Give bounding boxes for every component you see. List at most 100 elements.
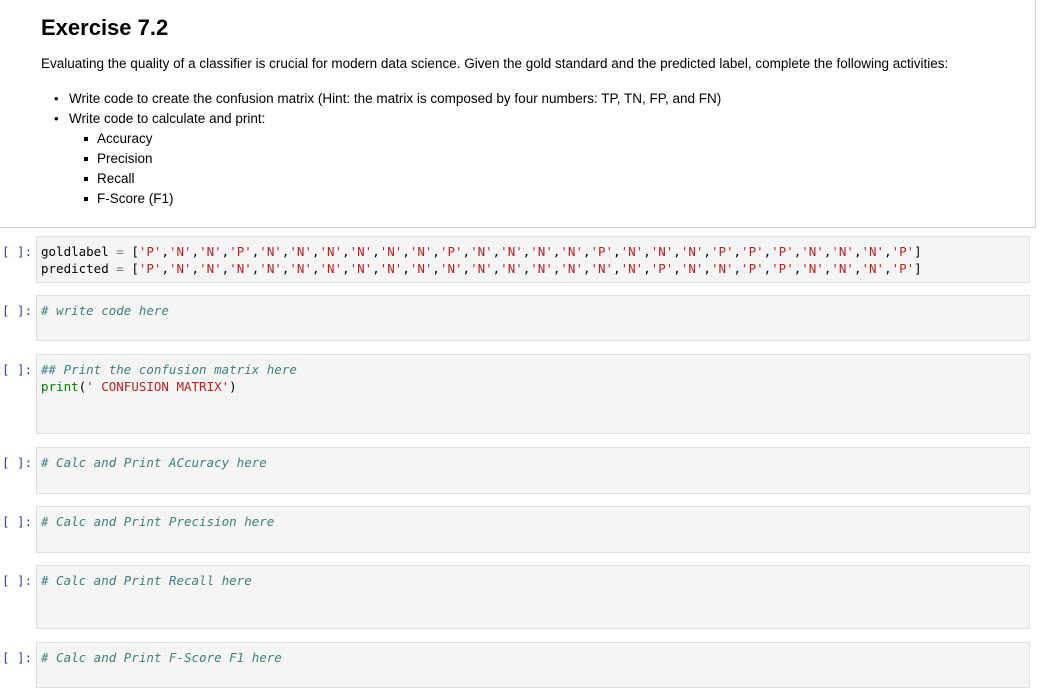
list-close-bracket: ]: [914, 244, 922, 259]
goldlabel-item: 'N': [620, 244, 644, 259]
predicted-item: 'N': [349, 261, 373, 276]
metric-item-fscore: F-Score (F1): [69, 189, 721, 209]
predicted-list: ['P','N','N','N','N','N','N','N','N','N'…: [131, 261, 921, 276]
exercise-title: Exercise 7.2: [41, 15, 169, 40]
list-comma: ,: [673, 261, 681, 276]
metric-item-precision: Precision: [69, 149, 721, 169]
code-input-recall[interactable]: # Calc and Print Recall here: [36, 565, 1030, 629]
predicted-item: 'N': [289, 261, 312, 276]
list-comma: ,: [402, 261, 410, 276]
code-input-write[interactable]: # write code here: [36, 295, 1030, 341]
list-comma: ,: [372, 244, 380, 259]
predicted-item: 'N': [199, 261, 222, 276]
code-input-accuracy[interactable]: # Calc and Print ACcuracy here: [36, 447, 1030, 494]
predicted-item: 'N': [710, 261, 734, 276]
goldlabel-item: 'N': [801, 244, 824, 259]
predicted-item: 'P': [771, 261, 794, 276]
predicted-item: 'N': [801, 261, 824, 276]
predicted-item: 'N': [500, 261, 523, 276]
list-comma: ,: [342, 244, 350, 259]
predicted-item: 'N': [861, 261, 885, 276]
predicted-item: 'N': [620, 261, 644, 276]
goldlabel-item: 'N': [500, 244, 523, 259]
goldlabel-item: 'N': [319, 244, 343, 259]
square-bullet-icon: [84, 197, 88, 201]
code-line-goldlabel: goldlabel = ['P','N','N','P','N','N','N'…: [41, 244, 922, 259]
cell-prompt: [ ]:: [2, 650, 33, 665]
variable-goldlabel: goldlabel: [41, 244, 109, 259]
goldlabel-item: 'N': [168, 244, 192, 259]
goldlabel-item: 'N': [470, 244, 493, 259]
activity-text: Write code to calculate and print:: [69, 111, 266, 126]
goldlabel-item: 'P': [710, 244, 734, 259]
list-comma: ,: [703, 244, 711, 259]
variable-predicted: predicted: [41, 261, 109, 276]
goldlabel-item: 'N': [861, 244, 885, 259]
list-comma: ,: [311, 244, 320, 259]
goldlabel-item: 'N': [650, 244, 674, 259]
code-comment: # Calc and Print F-Score F1 here: [41, 650, 282, 665]
code-input-fscore[interactable]: # Calc and Print F-Score F1 here: [36, 642, 1030, 688]
goldlabel-item: 'N': [289, 244, 312, 259]
goldlabel-list: ['P','N','N','P','N','N','N','N','N','N'…: [131, 244, 921, 259]
code-comment: ## Print the confusion matrix here: [41, 362, 297, 377]
list-comma: ,: [342, 261, 350, 276]
predicted-item: 'N': [439, 261, 463, 276]
list-open-bracket: [: [131, 244, 139, 259]
list-comma: ,: [462, 261, 471, 276]
activity-list: • Write code to create the confusion mat…: [41, 89, 721, 209]
list-comma: ,: [432, 261, 440, 276]
list-comma: ,: [161, 261, 169, 276]
predicted-item: 'N': [590, 261, 614, 276]
predicted-item: 'N': [168, 261, 192, 276]
goldlabel-item: 'N': [349, 244, 373, 259]
list-close-bracket: ]: [914, 261, 922, 276]
list-comma: ,: [643, 244, 651, 259]
list-comma: ,: [372, 261, 380, 276]
code-comment: # Calc and Print Precision here: [41, 514, 275, 529]
code-input-precision[interactable]: # Calc and Print Precision here: [36, 506, 1030, 553]
list-comma: ,: [582, 261, 591, 276]
list-comma: ,: [311, 261, 320, 276]
square-bullet-icon: [84, 177, 88, 181]
goldlabel-item: 'P': [741, 244, 764, 259]
goldlabel-item: 'N': [409, 244, 433, 259]
markdown-cell[interactable]: Exercise 7.2 Evaluating the quality of a…: [0, 0, 1036, 228]
goldlabel-item: 'P': [439, 244, 463, 259]
square-bullet-icon: [84, 137, 88, 141]
list-comma: ,: [884, 261, 892, 276]
goldlabel-item: 'P': [891, 244, 915, 259]
activity-item-calculate: • Write code to calculate and print: Acc…: [41, 109, 721, 209]
cell-prompt: [ ]:: [2, 362, 33, 377]
predicted-item: 'N': [259, 261, 282, 276]
predicted-item: 'P': [650, 261, 674, 276]
predicted-item: 'N': [409, 261, 433, 276]
metric-list: Accuracy Precision Recall F-Score (F1): [69, 129, 721, 209]
metric-item-recall: Recall: [69, 169, 721, 189]
list-comma: ,: [191, 244, 200, 259]
list-comma: ,: [613, 244, 621, 259]
square-bullet-icon: [84, 157, 88, 161]
predicted-item: 'N': [530, 261, 553, 276]
goldlabel-item: 'N': [560, 244, 583, 259]
list-comma: ,: [733, 261, 742, 276]
cell-prompt: [ ]:: [2, 514, 33, 529]
predicted-item: 'P': [891, 261, 915, 276]
cell-prompt: [ ]:: [2, 455, 33, 470]
goldlabel-item: 'P': [771, 244, 794, 259]
goldlabel-item: 'P': [229, 244, 252, 259]
goldlabel-item: 'N': [831, 244, 854, 259]
list-comma: ,: [643, 261, 651, 276]
bullet-icon: •: [54, 111, 59, 126]
list-comma: ,: [191, 261, 200, 276]
goldlabel-item: 'N': [530, 244, 553, 259]
list-comma: ,: [432, 244, 440, 259]
list-comma: ,: [161, 244, 169, 259]
metric-item-accuracy: Accuracy: [69, 129, 721, 149]
list-comma: ,: [402, 244, 410, 259]
code-input-data[interactable]: goldlabel = ['P','N','N','P','N','N','N'…: [36, 236, 1030, 283]
goldlabel-item: 'N': [259, 244, 282, 259]
code-comment: # Calc and Print Recall here: [41, 573, 252, 588]
predicted-item: 'N': [470, 261, 493, 276]
code-input-confusion[interactable]: ## Print the confusion matrix here print(…: [36, 354, 1030, 434]
